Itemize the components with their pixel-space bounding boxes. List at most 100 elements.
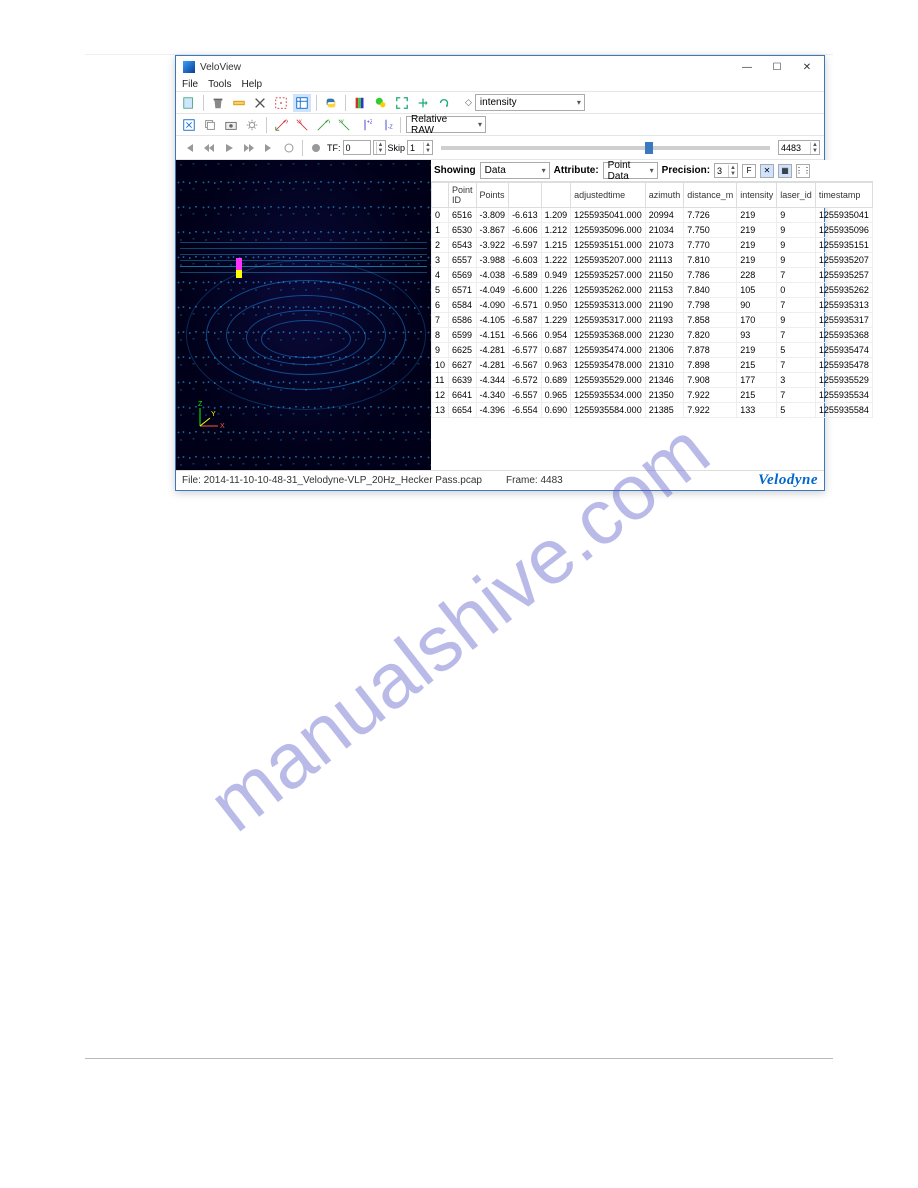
attribute-dropdown[interactable]: Point Data xyxy=(603,162,658,179)
cell: 0.954 xyxy=(541,328,571,343)
cell: 1255935529 xyxy=(815,373,872,388)
minimize-button[interactable]: — xyxy=(732,57,762,77)
select-block-button[interactable]: ▦ xyxy=(778,164,792,178)
colormap-icon[interactable] xyxy=(351,94,369,112)
cell: 1255935257 xyxy=(815,268,872,283)
table-row[interactable]: 76586-4.105-6.5871.2291255935317.0002119… xyxy=(432,313,873,328)
table-row[interactable]: 06516-3.809-6.6131.2091255935041.0002099… xyxy=(432,208,873,223)
menu-help[interactable]: Help xyxy=(241,79,262,90)
column-header[interactable]: intensity xyxy=(737,183,777,208)
panel-controls: Showing Data Attribute: Point Data Preci… xyxy=(431,160,873,182)
column-header[interactable]: Points xyxy=(476,183,509,208)
table-row[interactable]: 66584-4.090-6.5710.9501255935313.0002119… xyxy=(432,298,873,313)
table-row[interactable]: 16530-3.867-6.6061.2121255935096.0002103… xyxy=(432,223,873,238)
format-fixed-button[interactable]: F xyxy=(742,164,756,178)
cell: 219 xyxy=(737,343,777,358)
column-header[interactable]: timestamp xyxy=(815,183,872,208)
frame-input[interactable]: 4483 ▲▼ xyxy=(778,140,820,155)
python-icon[interactable] xyxy=(322,94,340,112)
tf-spinbox[interactable]: ▲▼ xyxy=(373,140,386,155)
axis-py-icon[interactable]: +Y xyxy=(314,116,332,134)
rescale-icon[interactable] xyxy=(414,94,432,112)
transform-dropdown[interactable]: Relative RAW xyxy=(406,116,486,133)
record-icon[interactable] xyxy=(307,139,325,157)
fit-icon[interactable] xyxy=(393,94,411,112)
showing-label: Showing xyxy=(434,165,476,176)
precision-input[interactable]: 3▲▼ xyxy=(714,163,738,178)
crop-icon[interactable] xyxy=(251,94,269,112)
refresh-icon[interactable] xyxy=(435,94,453,112)
color-edit-icon[interactable] xyxy=(372,94,390,112)
column-header[interactable]: Point ID xyxy=(449,183,477,208)
ruler-icon[interactable] xyxy=(230,94,248,112)
camera-icon[interactable] xyxy=(222,116,240,134)
svg-text:+Z: +Z xyxy=(367,119,372,125)
column-header[interactable] xyxy=(509,183,542,208)
cell: 9 xyxy=(777,223,816,238)
axis-nz-icon[interactable]: -Z xyxy=(377,116,395,134)
loop-icon[interactable] xyxy=(280,139,298,157)
settings-icon[interactable] xyxy=(243,116,261,134)
seek-back-icon[interactable] xyxy=(200,139,218,157)
cell: 0.950 xyxy=(541,298,571,313)
select-column-button[interactable]: ✕ xyxy=(760,164,774,178)
column-chooser-button[interactable]: ⋮⋮ xyxy=(796,164,810,178)
select-points-icon[interactable] xyxy=(272,94,290,112)
table-row[interactable]: 46569-4.038-6.5890.9491255935257.0002115… xyxy=(432,268,873,283)
colorby-dropdown[interactable]: intensity xyxy=(475,94,585,111)
axis-pz-icon[interactable]: +Z xyxy=(356,116,374,134)
menu-file[interactable]: File xyxy=(182,79,198,90)
cell: 1255935368 xyxy=(815,328,872,343)
column-header[interactable]: adjustedtime xyxy=(571,183,646,208)
menu-tools[interactable]: Tools xyxy=(208,79,231,90)
table-row[interactable]: 56571-4.049-6.6001.2261255935262.0002115… xyxy=(432,283,873,298)
tf-input[interactable] xyxy=(343,140,371,155)
menu-bar: File Tools Help xyxy=(176,78,824,92)
cell: 2 xyxy=(432,238,449,253)
axis-ny-icon[interactable]: -Y xyxy=(335,116,353,134)
table-row[interactable]: 26543-3.922-6.5971.2151255935151.0002107… xyxy=(432,238,873,253)
velodyne-logo: Velodyne xyxy=(758,472,818,489)
cell: 7.878 xyxy=(684,343,737,358)
cell: -6.577 xyxy=(509,343,542,358)
fullscreen-icon[interactable] xyxy=(180,116,198,134)
colorby-value: intensity xyxy=(480,97,517,108)
axis-nx-icon[interactable]: -X xyxy=(293,116,311,134)
column-header[interactable] xyxy=(432,183,449,208)
open-icon[interactable] xyxy=(180,94,198,112)
table-row[interactable]: 126641-4.340-6.5570.9651255935534.000213… xyxy=(432,388,873,403)
seek-end-icon[interactable] xyxy=(260,139,278,157)
showing-dropdown[interactable]: Data xyxy=(480,162,550,179)
skip-input[interactable]: 1 ▲▼ xyxy=(407,140,433,155)
table-row[interactable]: 96625-4.281-6.5770.6871255935474.0002130… xyxy=(432,343,873,358)
play-icon[interactable] xyxy=(220,139,238,157)
axis-px-icon[interactable]: +X xyxy=(272,116,290,134)
column-header[interactable]: distance_m xyxy=(684,183,737,208)
column-header[interactable] xyxy=(541,183,571,208)
seek-fwd-icon[interactable] xyxy=(240,139,258,157)
seek-start-icon[interactable] xyxy=(180,139,198,157)
table-row[interactable]: 86599-4.151-6.5660.9541255935368.0002123… xyxy=(432,328,873,343)
cell: 1255935207.000 xyxy=(571,253,646,268)
cell: 0 xyxy=(432,208,449,223)
maximize-button[interactable]: ☐ xyxy=(762,57,792,77)
cell: 0.687 xyxy=(541,343,571,358)
point-cloud-viewport[interactable]: Z X Y xyxy=(176,160,431,470)
table-row[interactable]: 106627-4.281-6.5670.9631255935478.000213… xyxy=(432,358,873,373)
column-header[interactable]: azimuth xyxy=(645,183,684,208)
table-row[interactable]: 36557-3.988-6.6031.2221255935207.0002111… xyxy=(432,253,873,268)
status-file: File: 2014-11-10-10-48-31_Velodyne-VLP_2… xyxy=(182,475,482,486)
copy-icon[interactable] xyxy=(201,116,219,134)
spreadsheet-icon[interactable] xyxy=(293,94,311,112)
cell: -6.589 xyxy=(509,268,542,283)
table-row[interactable]: 116639-4.344-6.5720.6891255935529.000213… xyxy=(432,373,873,388)
cell: 6599 xyxy=(449,328,477,343)
cell: -4.396 xyxy=(476,403,509,418)
column-header[interactable]: laser_id xyxy=(777,183,816,208)
close-button[interactable]: ✕ xyxy=(792,57,822,77)
trash-icon[interactable] xyxy=(209,94,227,112)
timeline-slider[interactable] xyxy=(441,146,770,150)
cell: 1255935478 xyxy=(815,358,872,373)
cell: 8 xyxy=(432,328,449,343)
table-row[interactable]: 136654-4.396-6.5540.6901255935584.000213… xyxy=(432,403,873,418)
